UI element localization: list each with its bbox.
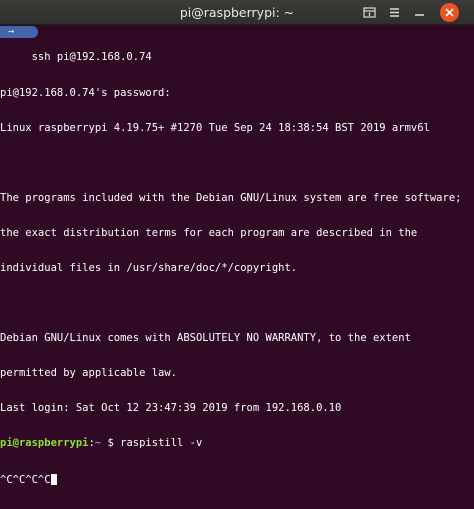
interrupt-text: ^C^C^C^C [0,473,51,486]
typed-command: raspistill -v [120,437,203,450]
close-button[interactable] [440,3,459,22]
hamburger-menu-icon [390,8,399,17]
terminal-window: pi@raspberrypi: ~ ssh pi@192.168.0.74 pi… [0,0,474,486]
output-line: The programs included with the Debian GN… [0,191,462,204]
output-line: pi@192.168.0.74's password: [0,86,171,99]
prompt-dollar: $ [101,437,121,450]
menu-button[interactable] [386,4,403,21]
minimize-button[interactable] [411,4,428,21]
ssh-command-text: ssh pi@192.168.0.74 [0,51,152,64]
output-line: permitted by applicable law. [0,367,178,380]
new-tab-button[interactable] [361,4,378,21]
ssh-command-line: ssh pi@192.168.0.74 [0,52,474,64]
output-line: Last login: Sat Oct 12 23:47:39 2019 fro… [0,402,342,415]
output-line: Debian GNU/Linux comes with ABSOLUTELY N… [0,332,411,345]
prompt-line: pi@raspberrypi:~ $ raspistill -v [0,438,474,450]
title-bar[interactable]: pi@raspberrypi: ~ [0,0,474,25]
output-line: the exact distribution terms for each pr… [0,226,418,239]
arrow-icon: → [0,26,38,38]
interrupt-line: ^C^C^C^C [0,473,474,486]
terminal-output[interactable]: ssh pi@192.168.0.74 pi@192.168.0.74's pa… [0,25,474,486]
left-marker-glyph: → [8,26,15,37]
minimize-icon [415,14,424,16]
text-cursor [50,473,57,485]
close-icon [445,8,454,17]
prompt-user: pi@raspberrypi [0,437,89,450]
new-tab-icon [363,7,376,18]
output-line: individual files in /usr/share/doc/*/cop… [0,261,298,274]
output-line: Linux raspberrypi 4.19.75+ #1270 Tue Sep… [0,121,430,134]
